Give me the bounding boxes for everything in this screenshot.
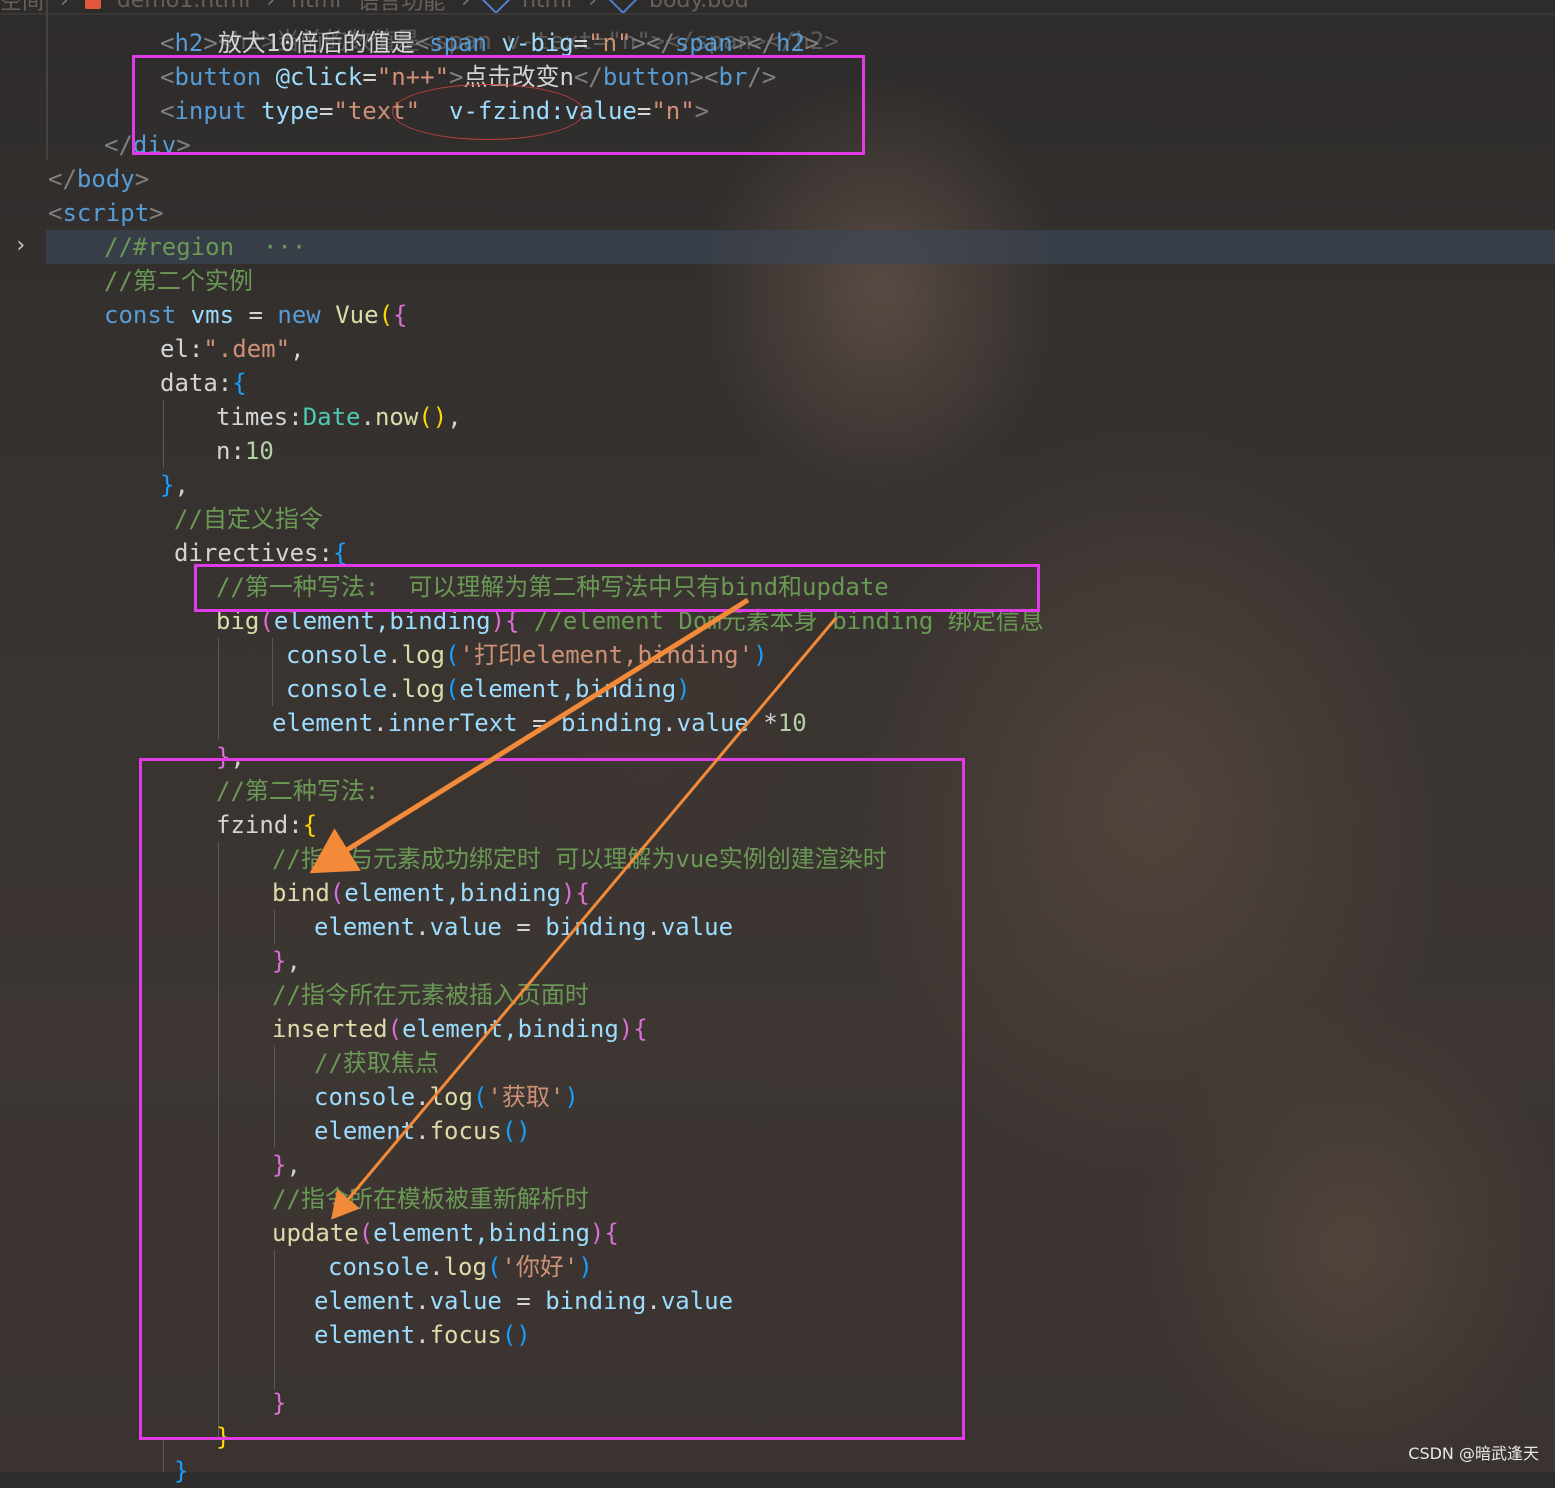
annotation-arrows (309, 597, 838, 1220)
arrow-to-update (331, 617, 838, 1220)
watermark: CSDN @暗武逢天 (1408, 1444, 1539, 1463)
arrow-to-bind (309, 597, 750, 874)
